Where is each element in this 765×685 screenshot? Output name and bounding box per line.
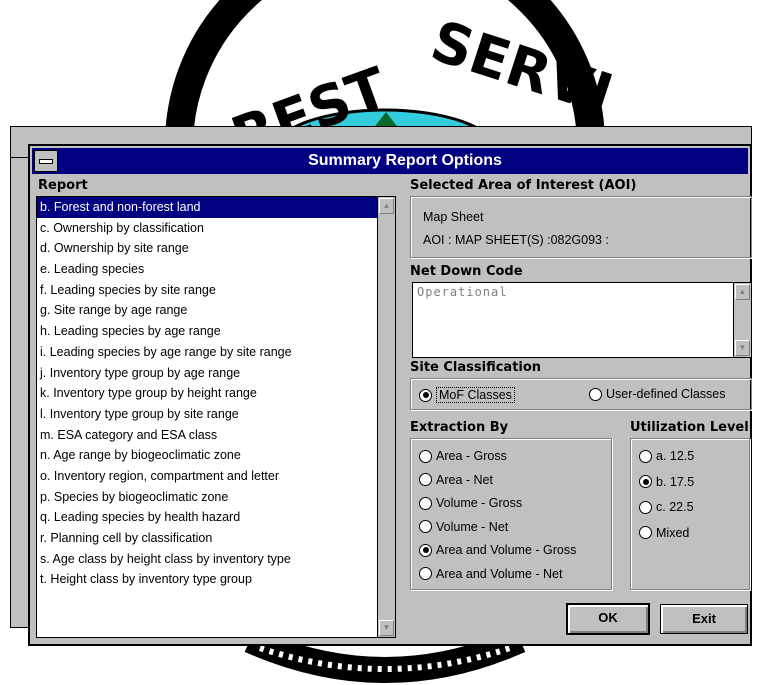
summary-report-options-dialog: Summary Report Options Report b. Forest … <box>28 144 752 646</box>
report-listbox[interactable]: b. Forest and non-forest land c. Ownershi… <box>36 196 396 638</box>
exit-button[interactable]: Exit <box>660 604 748 634</box>
report-label: Report <box>38 178 88 193</box>
extraction-by-group: Area - Gross Area - Net Volume - Gross Volu… <box>410 438 612 590</box>
report-list-scrollbar[interactable]: ▲ ▼ <box>377 197 395 637</box>
scroll-up-button[interactable]: ▲ <box>379 198 394 214</box>
net-down-scroll-up-button[interactable]: ▲ <box>735 284 750 300</box>
utilization-option-circle <box>639 475 652 488</box>
net-down-scrollbar[interactable]: ▲ ▼ <box>733 283 751 357</box>
extraction-option[interactable]: Area - Gross <box>419 449 507 463</box>
net-down-textarea[interactable]: Operational ▲ ▼ <box>412 282 752 358</box>
utilization-option-circle <box>639 449 652 463</box>
report-list-item[interactable]: k. Inventory type group by height range <box>37 383 378 404</box>
aoi-value-text: AOI : MAP SHEET(S) :082G093 : <box>423 233 609 247</box>
report-list-item[interactable]: i. Leading species by age range by site … <box>37 342 378 363</box>
net-down-label: Net Down Code <box>410 264 523 279</box>
utilization-option-circle <box>639 526 652 539</box>
extraction-option-label: Volume - Net <box>436 519 509 534</box>
utilization-level-group: a. 12.5 b. 17.5 c. 22.5 Mixed <box>630 438 750 590</box>
site-classification-label: Site Classification <box>410 360 542 375</box>
extraction-option[interactable]: Area and Volume - Gross <box>419 543 576 557</box>
dialog-title: Summary Report Options <box>308 152 502 169</box>
report-list-item[interactable]: j. Inventory type group by age range <box>37 363 378 384</box>
utilization-option[interactable]: Mixed <box>639 526 689 540</box>
report-list-item[interactable]: f. Leading species by site range <box>37 280 378 301</box>
radio-user-defined-classes-label: User-defined Classes <box>606 387 726 401</box>
utilization-option[interactable]: b. 17.5 <box>639 475 694 489</box>
report-list-item[interactable]: t. Height class by inventory type group <box>37 569 378 590</box>
extraction-option-label: Volume - Gross <box>436 496 523 510</box>
radio-user-defined-classes-circle <box>589 387 602 401</box>
extraction-by-label: Extraction By <box>410 420 509 435</box>
aoi-label: Selected Area of Interest (AOI) <box>410 178 637 193</box>
report-list-item[interactable]: e. Leading species <box>37 259 378 280</box>
report-list-item[interactable]: r. Planning cell by classification <box>37 528 378 549</box>
utilization-option-label: Mixed <box>656 525 690 540</box>
report-list: b. Forest and non-forest land c. Ownershi… <box>37 197 378 637</box>
radio-mof-classes-circle <box>419 388 432 402</box>
extraction-option[interactable]: Area - Net <box>419 473 493 487</box>
extraction-option-circle <box>419 520 432 533</box>
utilization-option-label: c. 22.5 <box>656 500 694 514</box>
radio-user-defined-classes[interactable]: User-defined Classes <box>589 387 726 401</box>
radio-mof-classes[interactable]: MoF Classes <box>419 387 515 403</box>
aoi-type-text: Map Sheet <box>423 210 484 224</box>
aoi-group: Map Sheet AOI : MAP SHEET(S) :082G093 : <box>410 196 752 258</box>
report-list-item[interactable]: q. Leading species by health hazard <box>37 507 378 528</box>
net-down-value: Operational <box>417 285 508 299</box>
ok-button[interactable]: OK <box>566 603 650 635</box>
extraction-option-circle <box>419 449 432 463</box>
report-list-item[interactable]: d. Ownership by site range <box>37 238 378 259</box>
report-list-item[interactable]: g. Site range by age range <box>37 300 378 321</box>
radio-mof-classes-label: MoF Classes <box>436 387 515 403</box>
extraction-option-circle <box>419 543 432 557</box>
utilization-option-label: a. 12.5 <box>656 449 695 463</box>
utilization-option-circle <box>639 500 652 514</box>
utilization-level-label: Utilization Level <box>630 420 749 435</box>
extraction-option[interactable]: Area and Volume - Net <box>419 567 562 581</box>
extraction-option-label: Area - Net <box>436 472 493 487</box>
report-list-item[interactable]: b. Forest and non-forest land <box>37 197 378 218</box>
system-menu-icon <box>39 158 53 164</box>
report-list-item[interactable]: h. Leading species by age range <box>37 321 378 342</box>
dialog-titlebar: Summary Report Options <box>32 148 748 174</box>
extraction-option-label: Area and Volume - Gross <box>436 543 577 557</box>
report-list-item[interactable]: m. ESA category and ESA class <box>37 425 378 446</box>
extraction-option-circle <box>419 473 432 486</box>
report-list-item[interactable]: o. Inventory region, compartment and let… <box>37 466 378 487</box>
extraction-option-circle <box>419 496 432 510</box>
extraction-option[interactable]: Volume - Gross <box>419 496 522 510</box>
site-classification-group: MoF Classes User-defined Classes <box>410 378 752 410</box>
extraction-option[interactable]: Volume - Net <box>419 520 508 534</box>
report-list-item[interactable]: p. Species by biogeoclimatic zone <box>37 487 378 508</box>
utilization-option[interactable]: a. 12.5 <box>639 449 694 463</box>
extraction-option-label: Area and Volume - Net <box>436 566 563 581</box>
net-down-scroll-down-button[interactable]: ▼ <box>735 340 750 356</box>
system-menu-button[interactable] <box>34 150 58 172</box>
report-list-item[interactable]: s. Age class by height class by inventor… <box>37 549 378 570</box>
utilization-option[interactable]: c. 22.5 <box>639 500 694 514</box>
report-list-item[interactable]: c. Ownership by classification <box>37 218 378 239</box>
utilization-option-label: b. 17.5 <box>656 474 695 489</box>
extraction-option-label: Area - Gross <box>436 449 507 463</box>
report-list-item[interactable]: l. Inventory type group by site range <box>37 404 378 425</box>
scroll-down-button[interactable]: ▼ <box>379 620 394 636</box>
extraction-option-circle <box>419 567 432 580</box>
report-list-item[interactable]: n. Age range by biogeoclimatic zone <box>37 445 378 466</box>
